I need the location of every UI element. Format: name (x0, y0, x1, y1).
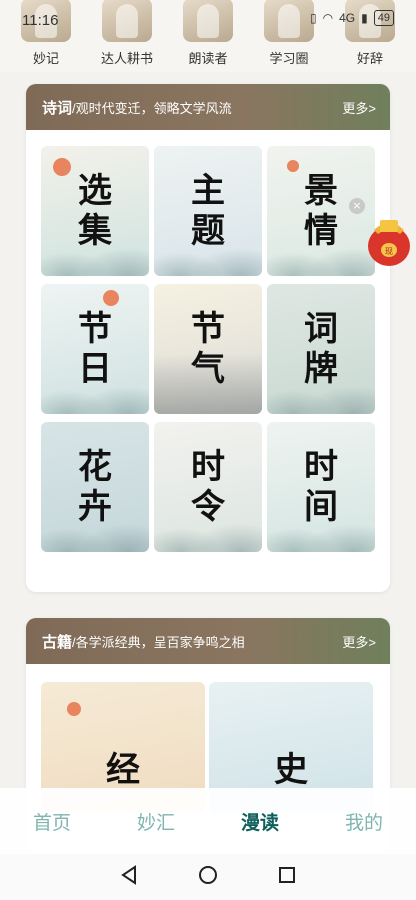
close-icon[interactable]: × (349, 198, 365, 214)
system-nav-bar (0, 854, 416, 900)
tile-label: 史 (274, 750, 308, 790)
category-label: 妙记 (32, 51, 59, 66)
wifi-icon: ◠ (322, 11, 334, 25)
nav-mandu[interactable]: 漫读 (241, 808, 279, 835)
classics-title: 古籍 (42, 633, 73, 651)
nav-home[interactable]: 首页 (33, 808, 71, 835)
tile-shiling[interactable]: 时令 (154, 422, 262, 552)
poetry-section: 诗词/观时代变迁，领略文学风流 更多> 选集 主题 景情 节日 节气 词牌 花卉… (26, 84, 390, 592)
sun-icon (53, 158, 71, 176)
vibrate-icon: ▯ (310, 11, 317, 25)
category-miaoji[interactable]: 妙记 (14, 0, 78, 72)
tile-jieri[interactable]: 节日 (41, 284, 149, 414)
tile-jieqi[interactable]: 节气 (154, 284, 262, 414)
tile-xuanji[interactable]: 选集 (41, 146, 149, 276)
classics-header: 古籍/各学派经典，呈百家争鸣之相 更多> (26, 618, 390, 664)
signal-icon: ▮ (361, 11, 368, 25)
back-icon[interactable] (120, 865, 138, 889)
bottom-nav: 首页 妙汇 漫读 我的 (0, 788, 416, 854)
status-icons: ▯ ◠ 4G ▮ 49 (310, 10, 394, 26)
sun-icon (103, 290, 119, 306)
category-thumbnail (264, 0, 314, 42)
status-time: 11:16 (22, 12, 59, 29)
battery-icon: 49 (373, 10, 394, 26)
category-darengengshu[interactable]: 达人耕书 (95, 0, 159, 72)
category-label: 朗读者 (188, 51, 228, 66)
tile-shijian[interactable]: 时间 (267, 422, 375, 552)
tile-label: 主题 (191, 171, 225, 251)
category-thumbnail (183, 0, 233, 42)
tile-label: 时令 (191, 447, 225, 527)
tile-label: 节气 (191, 309, 225, 389)
tile-label: 花卉 (78, 447, 112, 527)
nav-miaohui[interactable]: 妙汇 (137, 808, 175, 835)
top-category-strip: 妙记 达人耕书 朗读者 学习圈 好辞 11:16 ▯ ◠ 4G ▮ 49 (0, 0, 416, 72)
poetry-title: 诗词 (42, 99, 73, 117)
category-label: 达人耕书 (100, 51, 153, 66)
classics-more-link[interactable]: 更多> (342, 632, 376, 651)
classics-subtitle: /各学派经典，呈百家争鸣之相 (72, 634, 245, 650)
category-thumbnail (102, 0, 152, 42)
poetry-header: 诗词/观时代变迁，领略文学风流 更多> (26, 84, 390, 130)
poetry-more-link[interactable]: 更多> (342, 98, 376, 117)
poetry-grid: 选集 主题 景情 节日 节气 词牌 花卉 时令 时间 (26, 130, 390, 570)
nav-mine[interactable]: 我的 (345, 808, 383, 835)
tile-cipai[interactable]: 词牌 (267, 284, 375, 414)
category-label: 好辞 (356, 51, 383, 66)
envelope-text: 现 (385, 247, 393, 256)
tile-huahui[interactable]: 花卉 (41, 422, 149, 552)
tile-label: 时间 (304, 447, 338, 527)
red-envelope-icon[interactable]: 现 (366, 212, 412, 268)
tile-label: 词牌 (304, 309, 338, 389)
tile-zhuti[interactable]: 主题 (154, 146, 262, 276)
sun-icon (287, 160, 299, 172)
category-label: 学习圈 (269, 51, 309, 66)
sun-icon (67, 702, 81, 716)
tile-label: 经 (106, 750, 140, 790)
poetry-subtitle: /观时代变迁，领略文学风流 (72, 100, 232, 116)
recents-icon[interactable] (278, 866, 296, 888)
home-icon[interactable] (198, 865, 218, 889)
tile-label: 景情 (304, 171, 338, 251)
tile-label: 选集 (78, 171, 112, 251)
signal-label: 4G (339, 11, 356, 25)
category-langduzhe[interactable]: 朗读者 (176, 0, 240, 72)
tile-label: 节日 (78, 309, 112, 389)
